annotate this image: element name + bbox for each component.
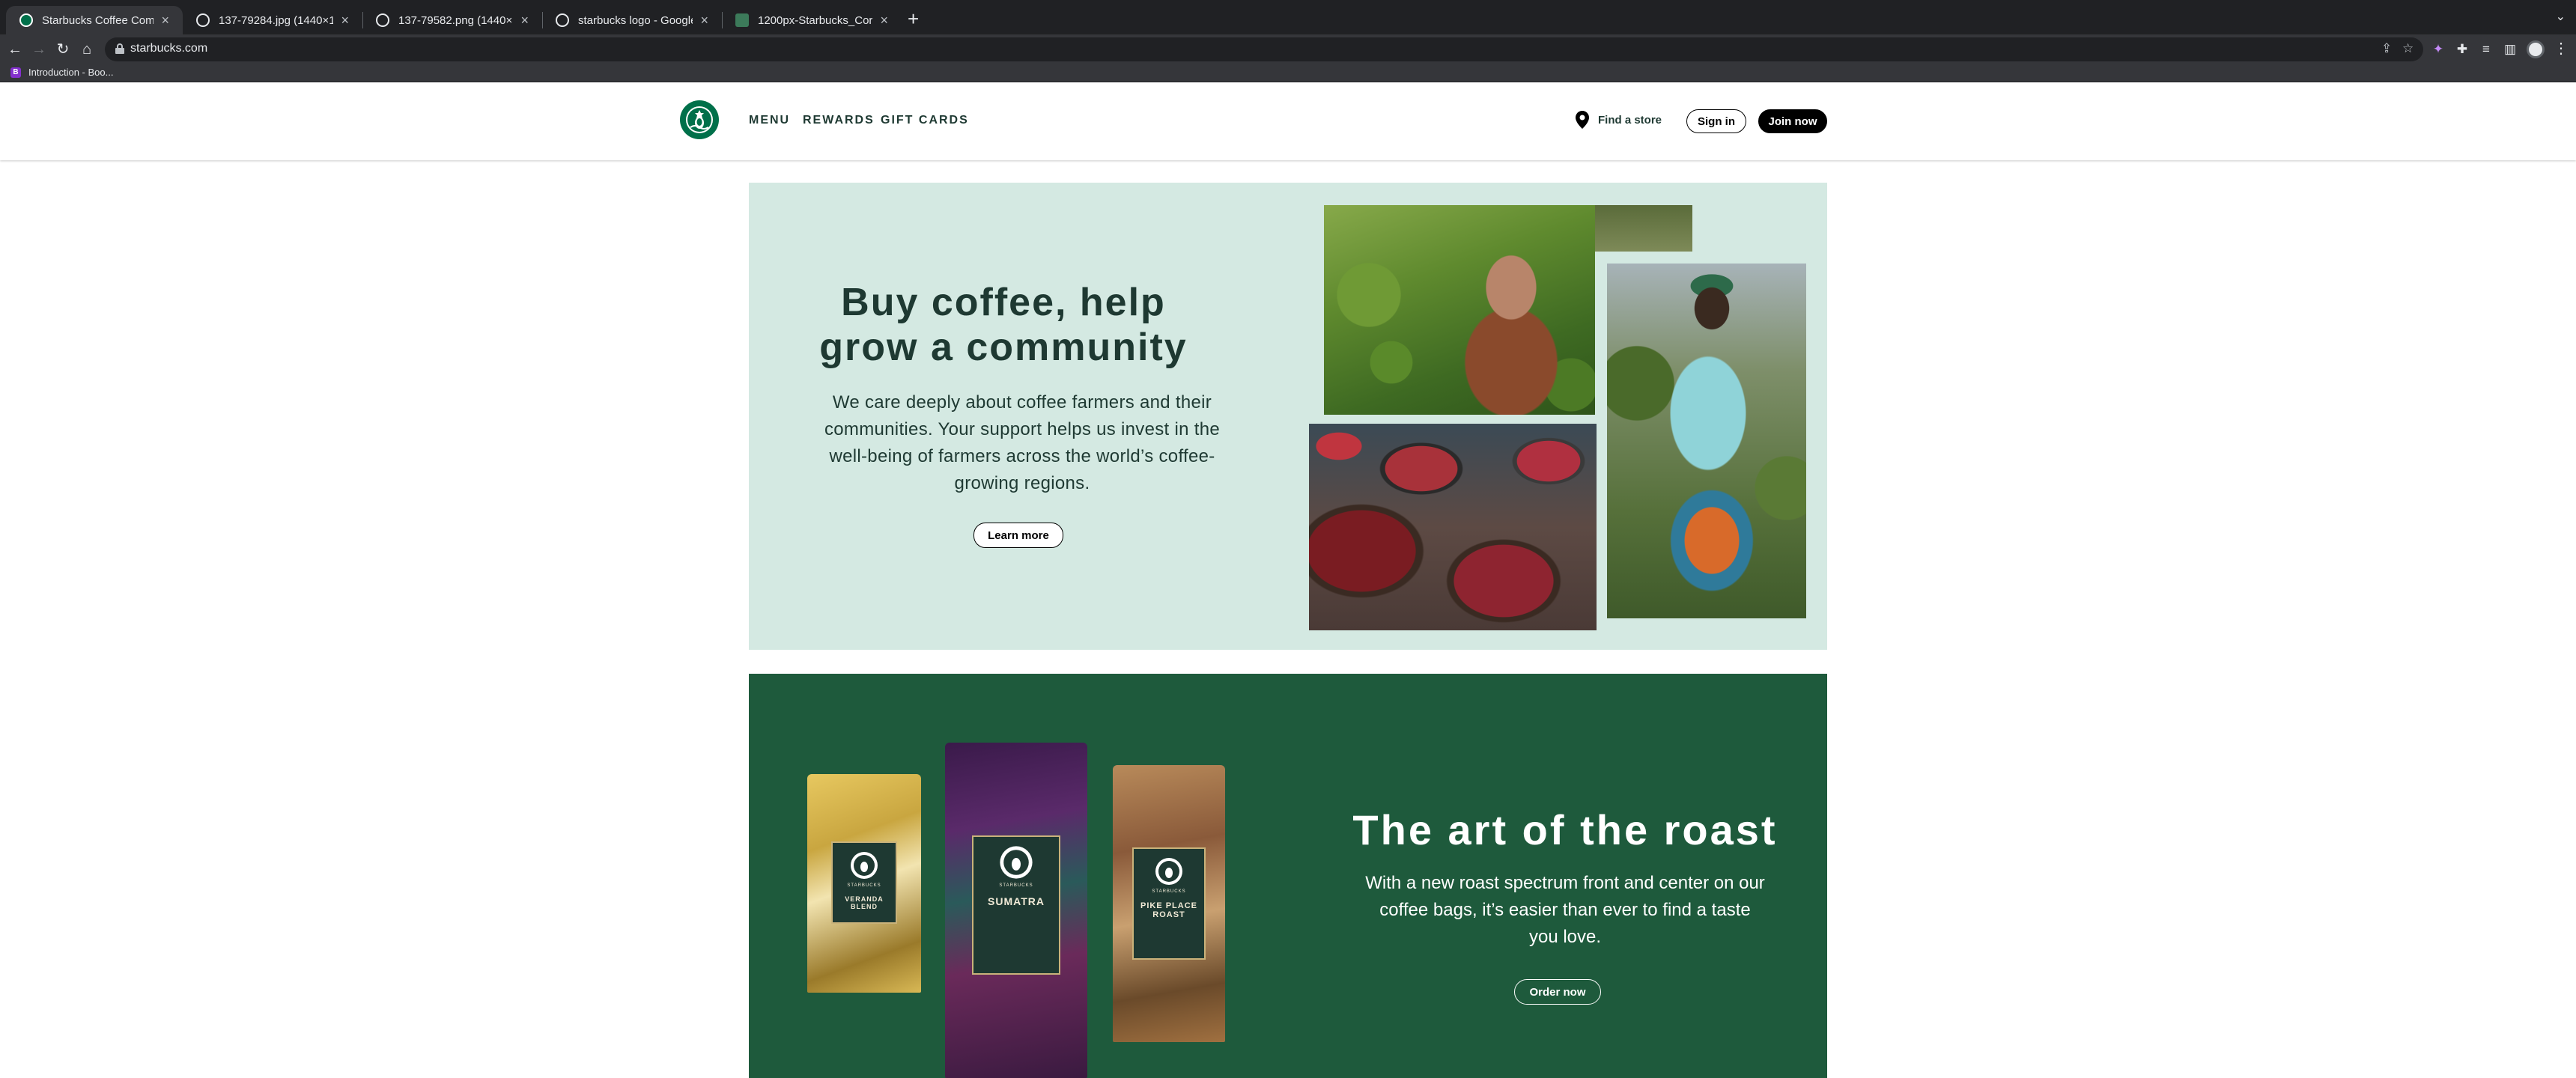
bag-brand: STARBUCKS — [1152, 889, 1186, 894]
extensions-puzzle-icon[interactable]: ✚ — [2453, 40, 2471, 58]
bookmark-favicon-icon: B — [10, 67, 21, 78]
lock-icon[interactable] — [115, 43, 124, 54]
share-icon[interactable]: ⇪ — [2381, 41, 2392, 56]
close-tab-icon[interactable]: × — [520, 13, 529, 28]
nav-rewards-link[interactable]: REWARDS — [803, 114, 875, 127]
close-tab-icon[interactable]: × — [700, 13, 708, 28]
site-header: MENU REWARDS GIFT CARDS Find a store Sig… — [0, 82, 2576, 160]
home-icon[interactable]: ⌂ — [76, 39, 97, 60]
veranda-label: STARBUCKS VERANDA BLEND — [831, 841, 897, 924]
siren-logo-icon — [851, 852, 878, 879]
browser-menu-icon[interactable]: ⋮ — [2554, 39, 2569, 58]
roast-body: With a new roast spectrum front and cent… — [1365, 873, 1765, 947]
profile-avatar[interactable] — [2527, 40, 2545, 58]
nav-gift-cards-link[interactable]: GIFT CARDS — [881, 114, 969, 127]
roast-hero: STARBUCKS VERANDA BLEND STARBUCKS SUMATR… — [749, 674, 1827, 1078]
find-a-store-label: Find a store — [1598, 113, 1662, 127]
globe-icon — [376, 13, 389, 27]
tab-title: Starbucks Coffee Company — [42, 13, 154, 27]
community-heading: Buy coffee, help grow a community — [819, 281, 1188, 369]
side-panel-icon[interactable]: ▥ — [2501, 40, 2519, 58]
browser-tab-wiki[interactable]: 1200px-Starbucks_Corporation × — [722, 6, 902, 34]
bookmark-star-icon[interactable]: ☆ — [2402, 41, 2414, 56]
reload-icon[interactable]: ↻ — [52, 39, 73, 60]
image-favicon-icon — [735, 13, 749, 27]
bookmarks-bar: B Introduction - Boo... — [0, 64, 2576, 82]
nav-menu-link[interactable]: MENU — [749, 114, 790, 127]
url-text[interactable]: starbucks.com — [130, 42, 207, 55]
tab-title: 137-79284.jpg (1440×1250) — [219, 13, 334, 27]
bookmark-label: Introduction - Boo... — [28, 67, 114, 78]
close-tab-icon[interactable]: × — [880, 13, 888, 28]
siren-logo-icon — [1155, 858, 1182, 885]
google-icon — [556, 13, 569, 27]
tab-title: starbucks logo - Google Search — [578, 13, 693, 27]
bag-brand: STARBUCKS — [847, 883, 881, 888]
find-a-store-link[interactable]: Find a store — [1576, 111, 1662, 129]
coffee-cherry-baskets-photo — [1309, 424, 1597, 630]
address-bar[interactable]: starbucks.com ⇪ ☆ — [105, 37, 2423, 61]
farm-background-photo — [1595, 205, 1692, 252]
order-now-button[interactable]: Order now — [1514, 979, 1601, 1005]
join-now-button[interactable]: Join now — [1758, 109, 1827, 133]
sign-in-button[interactable]: Sign in — [1686, 109, 1746, 133]
bag-name: PIKE PLACE ROAST — [1140, 901, 1197, 919]
new-tab-plus-icon[interactable]: + — [908, 9, 919, 28]
bag-name: VERANDA BLEND — [845, 895, 884, 910]
farmer-harvesting-photo — [1324, 205, 1595, 415]
close-tab-icon[interactable]: × — [161, 13, 169, 28]
pike-place-bag: STARBUCKS PIKE PLACE ROAST — [1113, 765, 1225, 1042]
browser-tab-google-search[interactable]: starbucks logo - Google Search × — [542, 6, 722, 34]
forward-arrow-icon[interactable]: → — [28, 39, 49, 60]
starbucks-logo[interactable] — [680, 100, 719, 139]
media-queue-icon[interactable]: ≡ — [2477, 40, 2495, 58]
bag-name: SUMATRA — [988, 895, 1045, 907]
globe-icon — [196, 13, 210, 27]
back-arrow-icon[interactable]: ← — [4, 39, 25, 60]
browser-tab-image-2[interactable]: 137-79582.png (1440×1250) × — [362, 6, 542, 34]
browser-tab-bar: Starbucks Coffee Company × 137-79284.jpg… — [0, 0, 2576, 34]
browser-toolbar: ← → ↻ ⌂ starbucks.com ⇪ ☆ ✦ ✚ ≡ ▥ ⋮ — [0, 34, 2576, 64]
bag-brand: STARBUCKS — [999, 883, 1033, 888]
siren-logo-icon — [1000, 846, 1033, 879]
bookmark-item[interactable]: B Introduction - Boo... — [10, 67, 113, 78]
browser-tab-image-1[interactable]: 137-79284.jpg (1440×1250) × — [183, 6, 362, 34]
extension-icon[interactable]: ✦ — [2429, 40, 2447, 58]
sumatra-label: STARBUCKS SUMATRA — [972, 835, 1060, 975]
veranda-blend-bag: STARBUCKS VERANDA BLEND — [807, 774, 921, 993]
tab-title: 1200px-Starbucks_Corporation — [758, 13, 873, 27]
sumatra-bag: STARBUCKS SUMATRA — [945, 743, 1087, 1078]
community-body: We care deeply about coffee farmers and … — [824, 392, 1221, 493]
close-tab-icon[interactable]: × — [341, 13, 349, 28]
roast-heading: The art of the roast — [1352, 806, 1778, 853]
browser-tab-starbucks[interactable]: Starbucks Coffee Company × — [6, 6, 183, 34]
community-hero: Buy coffee, help grow a community We car… — [749, 183, 1827, 650]
tab-search-chevron-icon[interactable]: ⌄ — [2556, 9, 2566, 24]
starbucks-favicon-icon — [19, 13, 33, 27]
farmer-in-field-photo — [1607, 264, 1806, 618]
tab-title: 137-79582.png (1440×1250) — [398, 13, 513, 27]
learn-more-button[interactable]: Learn more — [973, 523, 1063, 548]
location-pin-icon — [1576, 111, 1589, 129]
pike-place-label: STARBUCKS PIKE PLACE ROAST — [1132, 847, 1206, 960]
